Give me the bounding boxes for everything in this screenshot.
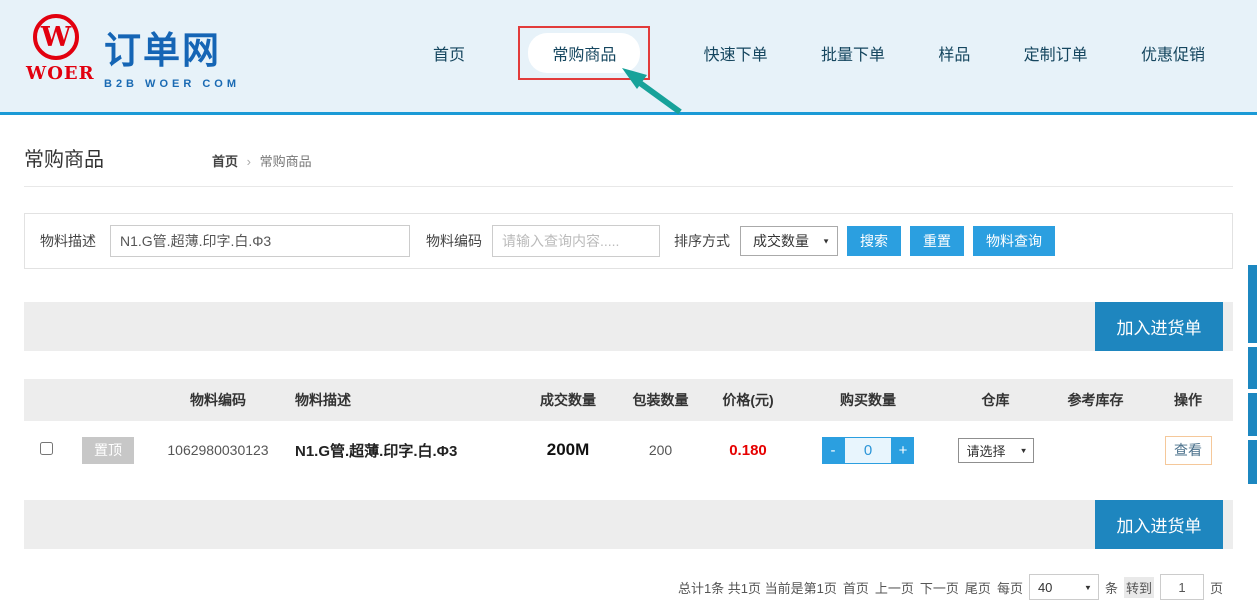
main-nav: 首页 常购商品 快速下单 批量下单 样品 定制订单 优惠促销: [433, 0, 1205, 106]
material-code-input[interactable]: [492, 225, 660, 257]
warehouse-select[interactable]: 请选择 ▼: [958, 438, 1034, 463]
cell-price: 0.180: [703, 442, 793, 459]
chevron-down-icon: ▼: [1084, 583, 1092, 591]
page-next-link[interactable]: 下一页: [920, 578, 959, 597]
breadcrumb: 首页 › 常购商品: [212, 151, 312, 172]
header-pack-qty: 包装数量: [618, 390, 703, 410]
page-title: 常购商品: [24, 143, 104, 172]
material-desc-input[interactable]: [110, 225, 410, 257]
per-page-label: 每页: [997, 578, 1023, 597]
page-prev-link[interactable]: 上一页: [875, 578, 914, 597]
add-to-cart-button-top[interactable]: 加入进货单: [1095, 302, 1223, 351]
nav-item-bulk-order[interactable]: 批量下单: [821, 41, 885, 65]
header-action: 操作: [1143, 390, 1233, 410]
nav-item-custom-order[interactable]: 定制订单: [1024, 41, 1088, 65]
breadcrumb-current: 常购商品: [260, 154, 312, 169]
goto-label: 转到: [1124, 577, 1154, 598]
header-code: 物料编码: [148, 390, 288, 410]
table-row: 置顶 1062980030123 N1.G管.超薄.印字.白.Φ3 200M 2…: [24, 421, 1233, 479]
pagination-summary: 总计1条 共1页 当前是第1页: [678, 578, 837, 597]
sort-select-value: 成交数量: [753, 231, 809, 251]
per-page-value: 40: [1038, 580, 1052, 595]
quantity-stepper: - +: [822, 437, 914, 464]
cell-desc: N1.G管.超薄.印字.白.Φ3: [288, 440, 518, 461]
annotation-arrow-icon: [612, 66, 692, 116]
page-last-link[interactable]: 尾页: [965, 578, 991, 597]
material-desc-label: 物料描述: [40, 231, 96, 251]
header-deal-qty: 成交数量: [518, 390, 618, 410]
brand-logo[interactable]: W WOER 订单网 B2B WOER COM: [26, 12, 240, 90]
table-header-row: 物料编码 物料描述 成交数量 包装数量 价格(元) 购买数量 仓库 参考库存 操…: [24, 379, 1233, 421]
qty-input[interactable]: [844, 437, 892, 464]
goto-page-unit: 页: [1210, 578, 1223, 597]
sort-select[interactable]: 成交数量 ▼: [740, 226, 838, 256]
material-lookup-button[interactable]: 物料查询: [973, 226, 1055, 256]
filter-bar: 物料描述 物料编码 排序方式 成交数量 ▼ 搜索 重置 物料查询: [24, 213, 1233, 269]
woer-logo-icon: W: [33, 14, 79, 60]
cell-pack-qty: 200: [618, 442, 703, 458]
page-head: 常购商品 首页 › 常购商品: [24, 115, 1233, 187]
row-checkbox[interactable]: [40, 442, 53, 455]
logo-letter: W: [41, 22, 71, 53]
chevron-down-icon: ▼: [822, 237, 830, 245]
reset-button[interactable]: 重置: [910, 226, 964, 256]
nav-item-home[interactable]: 首页: [433, 41, 465, 65]
header-desc: 物料描述: [288, 390, 518, 410]
view-button[interactable]: 查看: [1165, 436, 1212, 465]
side-dock-tab[interactable]: [1248, 393, 1257, 436]
header-warehouse: 仓库: [943, 390, 1048, 410]
action-bar-bottom: 加入进货单: [24, 500, 1233, 549]
pin-top-button[interactable]: 置顶: [82, 437, 134, 464]
cell-code: 1062980030123: [148, 442, 288, 458]
nav-item-promotions[interactable]: 优惠促销: [1141, 41, 1205, 65]
nav-item-samples[interactable]: 样品: [938, 41, 970, 65]
site-header: W WOER 订单网 B2B WOER COM 首页 常购商品 快速下单 批量下…: [0, 0, 1257, 115]
chevron-down-icon: ▼: [1020, 446, 1028, 454]
page-first-link[interactable]: 首页: [843, 578, 869, 597]
side-dock-tab[interactable]: [1248, 440, 1257, 484]
material-code-label: 物料编码: [426, 231, 482, 251]
add-to-cart-button-bottom[interactable]: 加入进货单: [1095, 500, 1223, 549]
site-title: 订单网: [104, 20, 240, 74]
goto-page-input[interactable]: [1160, 574, 1204, 600]
per-page-select[interactable]: 40 ▼: [1029, 574, 1099, 600]
sort-mode-label: 排序方式: [674, 231, 730, 251]
breadcrumb-separator: ›: [247, 154, 251, 169]
site-subtitle: B2B WOER COM: [104, 78, 240, 90]
pagination: 总计1条 共1页 当前是第1页 首页 上一页 下一页 尾页 每页 40 ▼ 条 …: [24, 574, 1233, 600]
breadcrumb-home[interactable]: 首页: [212, 154, 238, 169]
cell-deal-qty: 200M: [518, 440, 618, 460]
side-dock-tab[interactable]: [1248, 347, 1257, 389]
per-page-unit: 条: [1105, 578, 1118, 597]
header-price: 价格(元): [703, 390, 793, 410]
header-buy-qty: 购买数量: [793, 390, 943, 410]
action-bar-top: 加入进货单: [24, 302, 1233, 351]
warehouse-select-value: 请选择: [967, 441, 1006, 460]
logo-wordmark: WOER: [26, 63, 86, 84]
nav-item-quick-order[interactable]: 快速下单: [704, 41, 768, 65]
qty-minus-button[interactable]: -: [822, 437, 844, 464]
products-table: 物料编码 物料描述 成交数量 包装数量 价格(元) 购买数量 仓库 参考库存 操…: [24, 379, 1233, 479]
search-button[interactable]: 搜索: [847, 226, 901, 256]
side-dock-tab[interactable]: [1248, 265, 1257, 343]
header-stock: 参考库存: [1048, 390, 1143, 410]
qty-plus-button[interactable]: +: [892, 437, 914, 464]
